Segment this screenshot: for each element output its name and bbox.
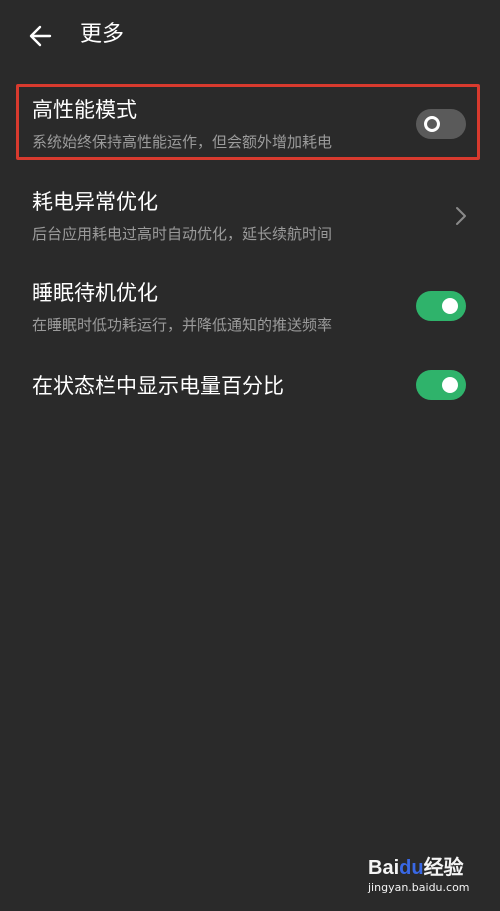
sleep-standby-toggle[interactable] bbox=[416, 291, 466, 321]
setting-battery-percentage[interactable]: 在状态栏中显示电量百分比 bbox=[16, 362, 484, 410]
setting-abnormal-power-optimization[interactable]: 耗电异常优化 后台应用耗电过高时自动优化，延长续航时间 bbox=[16, 182, 484, 250]
arrow-left-icon bbox=[29, 25, 52, 47]
setting-title: 耗电异常优化 bbox=[32, 190, 158, 214]
watermark-logo: Baidu经验 bbox=[368, 851, 464, 880]
battery-percentage-toggle[interactable] bbox=[416, 370, 466, 400]
toggle-knob bbox=[442, 377, 458, 393]
header-bar: 更多 bbox=[0, 0, 500, 72]
watermark-logo-suffix: 经验 bbox=[423, 857, 464, 879]
baidu-jingyan-watermark: Baidu经验 jingyan.baidu.com bbox=[368, 851, 478, 903]
setting-title: 在状态栏中显示电量百分比 bbox=[32, 374, 284, 398]
setting-sleep-standby-optimization[interactable]: 睡眠待机优化 在睡眠时低功耗运行，并降低通知的推送频率 bbox=[16, 273, 484, 341]
setting-subtitle: 系统始终保持高性能运作，但会额外增加耗电 bbox=[32, 133, 333, 151]
setting-title: 睡眠待机优化 bbox=[32, 281, 158, 305]
toggle-knob bbox=[424, 116, 440, 132]
watermark-url: jingyan.baidu.com bbox=[368, 881, 470, 894]
chevron-right-icon bbox=[456, 207, 466, 225]
back-button[interactable] bbox=[26, 20, 58, 52]
watermark-logo-du: du bbox=[399, 857, 424, 879]
setting-high-performance-mode[interactable]: 高性能模式 系统始终保持高性能运作，但会额外增加耗电 bbox=[16, 90, 484, 158]
setting-title: 高性能模式 bbox=[32, 98, 137, 122]
toggle-knob bbox=[442, 298, 458, 314]
setting-subtitle: 后台应用耗电过高时自动优化，延长续航时间 bbox=[32, 225, 333, 243]
watermark-logo-prefix: Bai bbox=[368, 857, 400, 879]
page-title: 更多 bbox=[80, 22, 125, 47]
setting-subtitle: 在睡眠时低功耗运行，并降低通知的推送频率 bbox=[32, 316, 333, 334]
high-performance-toggle[interactable] bbox=[416, 109, 466, 139]
